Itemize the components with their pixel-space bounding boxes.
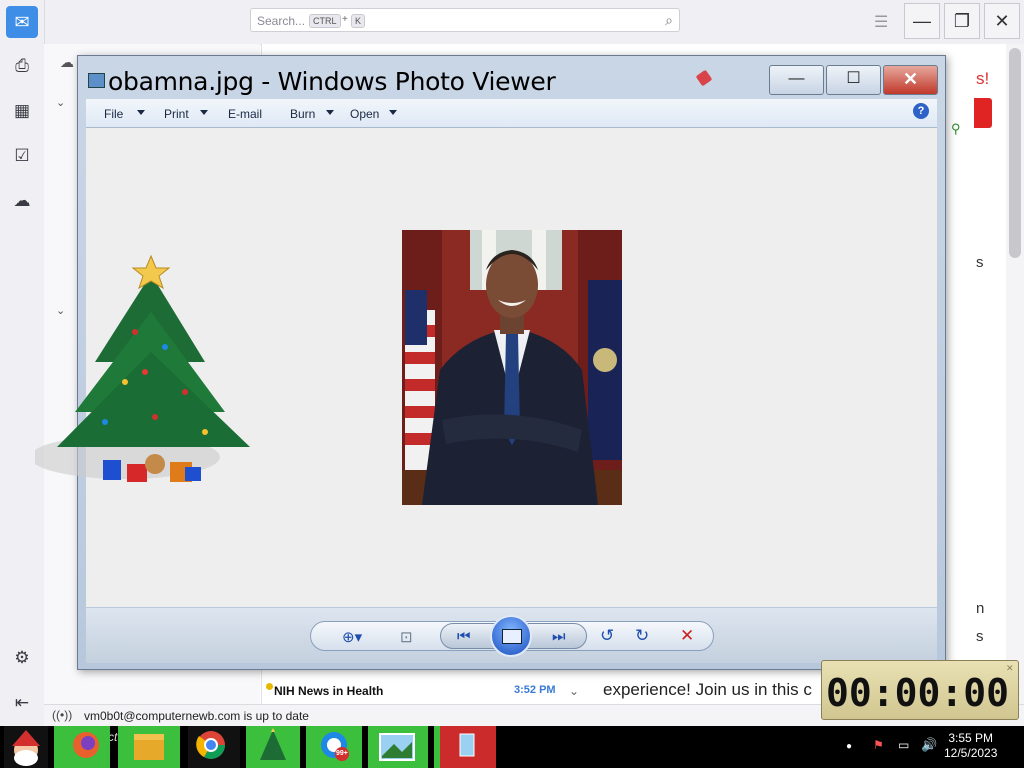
restore-button[interactable]: ❐ xyxy=(944,3,980,39)
clock-date: 12/5/2023 xyxy=(944,746,998,760)
taskbar-item[interactable] xyxy=(440,726,496,768)
menu-burn[interactable]: Burn xyxy=(290,107,315,121)
chevron-down-icon[interactable] xyxy=(326,110,334,115)
timer-gadget[interactable]: 00:00:00 ✕ xyxy=(821,660,1019,720)
menu-file[interactable]: File xyxy=(104,107,123,121)
green-search-icon: ⚲ xyxy=(951,121,961,136)
santa-icon[interactable] xyxy=(4,726,48,768)
activity-icon: ((•)) xyxy=(52,708,73,722)
k-key-hint: K xyxy=(351,14,366,28)
close-icon: ✕ xyxy=(994,11,1010,31)
app-menu-icon[interactable]: ☰ xyxy=(874,12,888,32)
preview-text-fragment: n xyxy=(976,600,985,617)
cursor-icon xyxy=(695,69,713,87)
delete-icon[interactable]: ✕ xyxy=(680,626,694,646)
search-icon[interactable]: ⌕ xyxy=(665,12,673,29)
settings-icon[interactable]: ⚙ xyxy=(10,646,34,670)
chevron-down-icon[interactable] xyxy=(137,110,145,115)
calendar-icon[interactable]: ▦ xyxy=(10,99,34,123)
actual-size-icon[interactable]: ⊡ xyxy=(400,628,413,646)
file-explorer-icon[interactable] xyxy=(118,726,180,768)
minimize-button[interactable]: — xyxy=(904,3,940,39)
scrollbar-thumb[interactable] xyxy=(1009,48,1021,258)
window-title: obamna.jpg - Windows Photo Viewer xyxy=(108,67,556,96)
zoom-icon[interactable]: ⊕▾ xyxy=(342,628,362,646)
battery-icon[interactable]: ▭ xyxy=(898,738,909,752)
close-icon[interactable]: ✕ xyxy=(1006,663,1014,674)
slideshow-icon xyxy=(502,629,522,644)
message-subject: NIH News in Health xyxy=(274,684,384,698)
preview-red-text: s! xyxy=(976,69,990,88)
global-search-input[interactable]: Search... CTRL + K ⌕ xyxy=(250,8,680,32)
christmas-tree-gadget xyxy=(35,254,250,482)
clock-time: 3:55 PM xyxy=(948,731,994,745)
volume-icon[interactable]: 🔊 xyxy=(921,737,937,753)
slideshow-button[interactable] xyxy=(490,615,532,657)
displayed-photo xyxy=(402,230,622,505)
ctrl-key-hint: CTRL xyxy=(309,14,341,28)
collapse-icon[interactable]: ⇤ xyxy=(10,691,34,715)
preview-body-text: experience! Join us in this c xyxy=(603,680,812,699)
viewer-toolbar: ⊕▾ ⊡ ⏮ ⏭ ↺ ↻ ✕ xyxy=(86,608,937,663)
timer-display: 00:00:00 xyxy=(826,671,1010,715)
chevron-down-icon[interactable] xyxy=(389,110,397,115)
close-icon: ✕ xyxy=(902,69,919,89)
menu-bar: File Print E-mail Burn Open ? xyxy=(86,99,937,128)
firefox-icon[interactable] xyxy=(54,726,110,768)
get-messages-icon[interactable]: ☁ xyxy=(60,54,74,71)
restore-icon: ❐ xyxy=(953,11,971,31)
expand-chevron-icon[interactable]: ⌄ xyxy=(56,96,65,109)
tray-dot-icon: ● xyxy=(846,741,853,752)
previous-icon[interactable]: ⏮ xyxy=(457,628,471,645)
rotate-left-icon[interactable]: ↺ xyxy=(600,626,614,646)
taskbar-clock[interactable]: 3:55 PM 12/5/2023 xyxy=(944,731,997,761)
chat-icon[interactable]: ☁ xyxy=(10,189,34,213)
notification-badge: 99+ xyxy=(336,750,348,757)
unread-dot-icon xyxy=(266,683,273,690)
status-text: vm0b0t@computernewb.com is up to date xyxy=(84,709,309,723)
help-icon[interactable]: ? xyxy=(913,103,929,119)
search-placeholder: Search... xyxy=(257,14,306,28)
chevron-down-icon[interactable]: ⌄ xyxy=(569,684,579,698)
maximize-button[interactable]: ☐ xyxy=(826,65,881,95)
photo-viewer-app-icon xyxy=(88,73,105,88)
tasks-icon[interactable]: ☑ xyxy=(10,144,34,168)
minimize-icon: — xyxy=(788,70,805,87)
preview-text-fragment: s xyxy=(976,628,984,645)
network-icon[interactable]: ⚑ xyxy=(873,738,884,752)
close-button[interactable]: ✕ xyxy=(984,3,1020,39)
menu-print[interactable]: Print xyxy=(164,107,189,121)
chevron-down-icon[interactable] xyxy=(200,110,208,115)
mail-icon[interactable]: ✉ xyxy=(6,6,38,38)
messenger-icon[interactable]: 99+ xyxy=(306,726,362,768)
plus-sign: + xyxy=(342,14,348,25)
address-book-icon[interactable]: ⎙ xyxy=(10,54,34,78)
menu-open[interactable]: Open xyxy=(350,107,379,121)
menu-email[interactable]: E-mail xyxy=(228,107,262,121)
taskbar: Search Pictu 99+ ● ⚑ ▭ 🔊 3:55 PM 12/5/20… xyxy=(0,726,1024,768)
close-button[interactable]: ✕ xyxy=(883,65,938,95)
chrome-icon[interactable] xyxy=(188,726,240,768)
preview-text-fragment: s xyxy=(976,254,984,271)
rotate-right-icon[interactable]: ↻ xyxy=(635,626,649,646)
message-time: 3:52 PM xyxy=(514,684,556,696)
preview-red-button[interactable] xyxy=(974,98,992,128)
christmas-tree-icon[interactable] xyxy=(246,726,300,768)
maximize-icon: ☐ xyxy=(846,70,861,87)
message-row[interactable]: NIH News in Health 3:52 PM ⌄ xyxy=(263,678,585,704)
photo-viewer-icon[interactable] xyxy=(368,726,428,768)
minimize-icon: — xyxy=(913,11,931,31)
minimize-button[interactable]: — xyxy=(769,65,824,95)
next-icon[interactable]: ⏭ xyxy=(552,628,566,645)
